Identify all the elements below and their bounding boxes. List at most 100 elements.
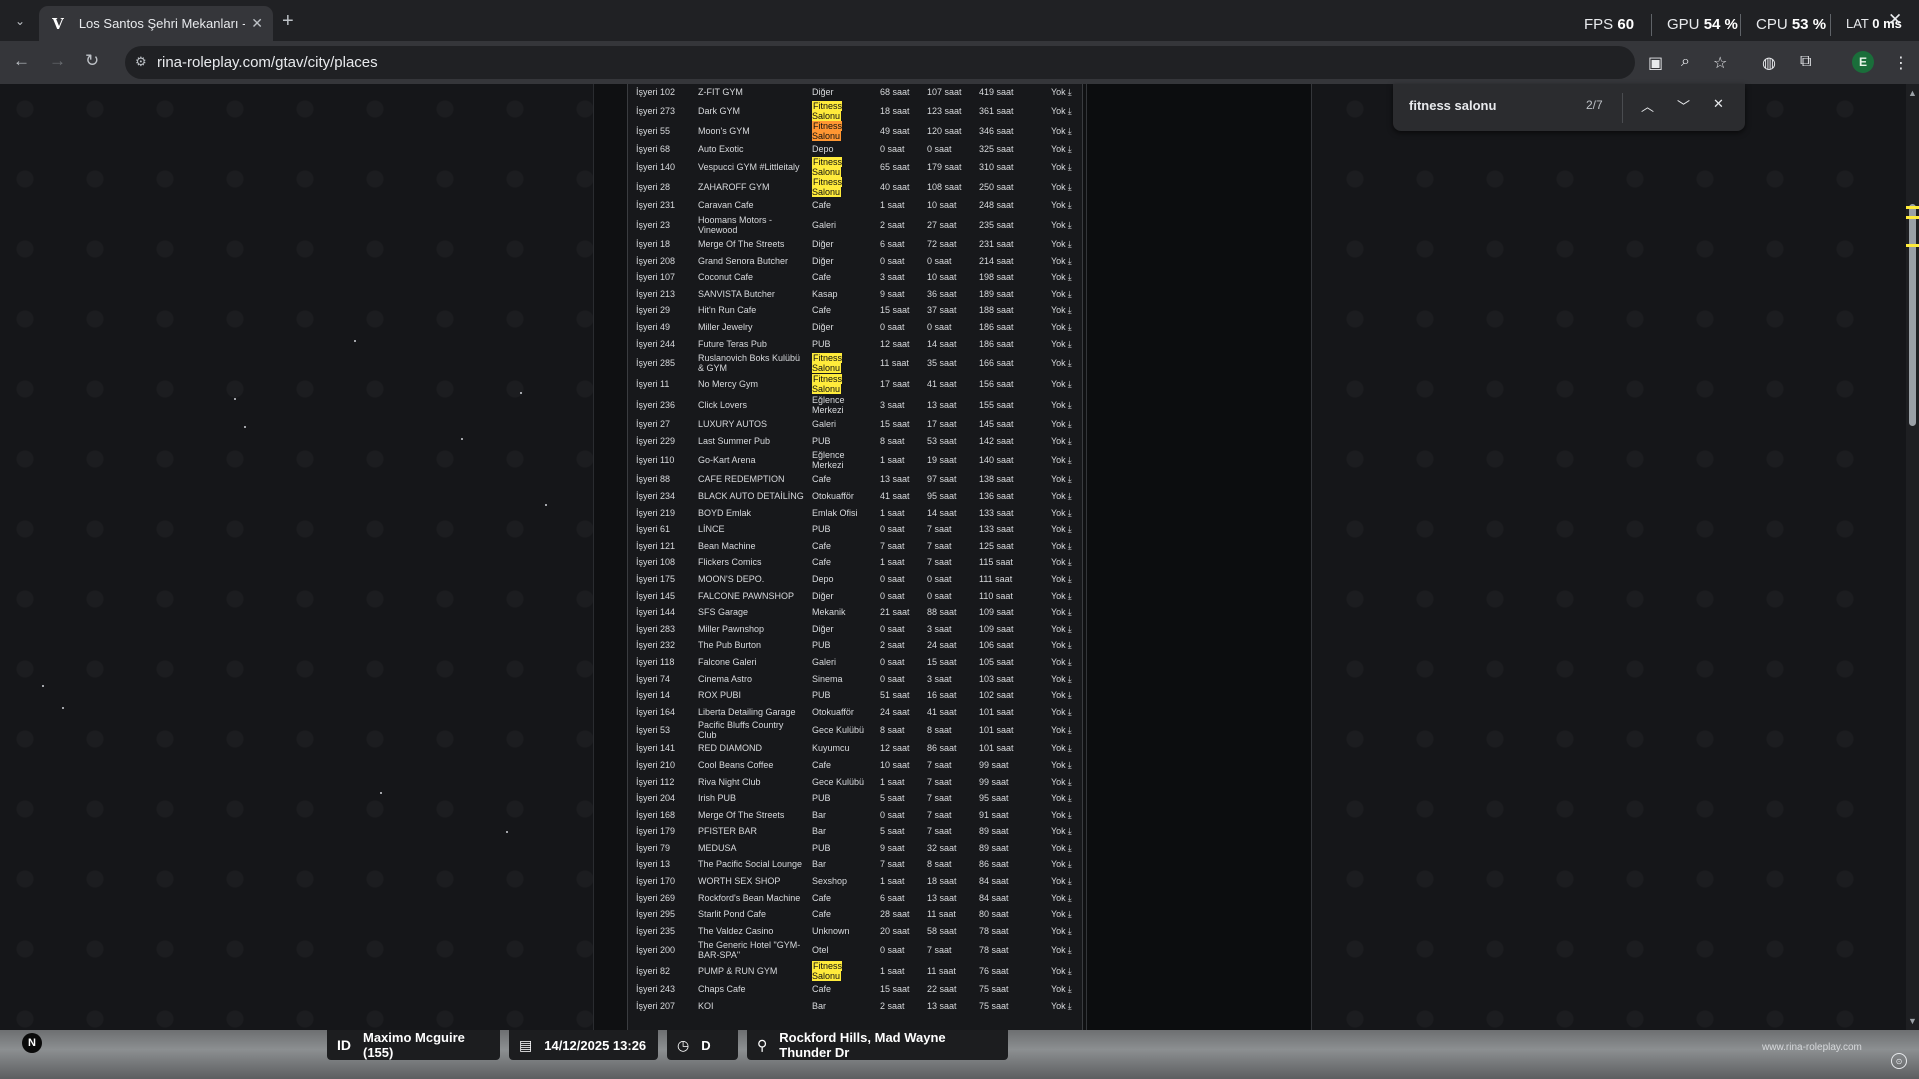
- cell-hours-c: 101 saat: [979, 725, 1014, 736]
- status-text: Yok: [1051, 322, 1066, 333]
- translate-icon[interactable]: ▣: [1648, 53, 1663, 73]
- download-icon[interactable]: ⤓: [1068, 289, 1072, 299]
- download-icon[interactable]: ⤓: [1068, 690, 1072, 700]
- table-row: İşyeri 145 FALCONE PAWNSHOP Diğer 0 saat 0 s…: [628, 587, 1082, 604]
- download-icon[interactable]: ⤓: [1068, 826, 1072, 836]
- download-icon[interactable]: ⤓: [1068, 793, 1072, 803]
- cell-business-type: Fitness Salonu: [804, 961, 872, 982]
- vpn-globe-icon[interactable]: ◍: [1762, 53, 1776, 73]
- download-icon[interactable]: ⤓: [1068, 541, 1072, 551]
- download-icon[interactable]: ⤓: [1068, 591, 1072, 601]
- scroll-down-arrow-icon[interactable]: ▼: [1908, 1016, 1917, 1026]
- download-icon[interactable]: ⤓: [1068, 379, 1072, 389]
- cell-hours-a: 1 saat: [880, 876, 905, 887]
- download-icon[interactable]: ⤓: [1068, 843, 1072, 853]
- download-icon[interactable]: ⤓: [1068, 358, 1072, 368]
- find-input[interactable]: fitness salonu: [1409, 98, 1496, 113]
- places-table-container[interactable]: İşyeri 102 Z-FIT GYM Diğer 68 saat 107 saat 4…: [627, 84, 1083, 1030]
- new-tab-plus-icon[interactable]: +: [282, 10, 294, 33]
- download-icon[interactable]: ⤓: [1068, 182, 1072, 192]
- download-icon[interactable]: ⤓: [1068, 87, 1072, 97]
- extensions-puzzle-icon[interactable]: ⧉: [1800, 53, 1811, 71]
- cell-status: Yok ⤓: [1043, 236, 1082, 253]
- download-icon[interactable]: ⤓: [1068, 436, 1072, 446]
- download-icon[interactable]: ⤓: [1068, 657, 1072, 667]
- tab-close-icon[interactable]: ✕: [251, 15, 263, 32]
- cell-status: Yok ⤓: [1043, 394, 1082, 416]
- download-icon[interactable]: ⤓: [1068, 419, 1072, 429]
- window-close-icon[interactable]: ✕: [1888, 10, 1902, 30]
- download-icon[interactable]: ⤓: [1068, 674, 1072, 684]
- download-icon[interactable]: ⤓: [1068, 106, 1072, 116]
- download-icon[interactable]: ⤓: [1068, 305, 1072, 315]
- cell-business-id: İşyeri 231: [636, 200, 676, 211]
- compass-icon: ◷: [677, 1036, 690, 1053]
- forward-arrow-icon[interactable]: →: [49, 51, 66, 71]
- download-icon[interactable]: ⤓: [1068, 743, 1072, 753]
- download-icon[interactable]: ⤓: [1068, 984, 1072, 994]
- find-next-chevron-down-icon[interactable]: ﹀: [1677, 96, 1690, 115]
- menu-kebab-icon[interactable]: ⋮: [1893, 53, 1909, 73]
- download-icon[interactable]: ⤓: [1068, 810, 1072, 820]
- download-icon[interactable]: ⤓: [1068, 144, 1072, 154]
- profile-avatar[interactable]: E: [1852, 51, 1874, 73]
- download-icon[interactable]: ⤓: [1068, 624, 1072, 634]
- download-icon[interactable]: ⤓: [1068, 272, 1072, 282]
- download-icon[interactable]: ⤓: [1068, 126, 1072, 136]
- download-icon[interactable]: ⤓: [1068, 574, 1072, 584]
- download-icon[interactable]: ⤓: [1068, 909, 1072, 919]
- cell-hours-b: 11 saat: [927, 909, 956, 920]
- address-bar[interactable]: ⚙ rina-roleplay.com/gtav/city/places ▣ ⌕…: [125, 46, 1727, 79]
- download-icon[interactable]: ⤓: [1068, 400, 1072, 410]
- back-arrow-icon[interactable]: ←: [13, 51, 30, 71]
- tab-search-chevron-icon[interactable]: ⌄: [8, 9, 32, 33]
- cell-business-type: PUB: [812, 640, 831, 651]
- download-icon[interactable]: ⤓: [1068, 707, 1072, 717]
- download-icon[interactable]: ⤓: [1068, 455, 1072, 465]
- hud-cpu-value: 53 %: [1791, 16, 1827, 33]
- download-icon[interactable]: ⤓: [1068, 162, 1072, 172]
- download-icon[interactable]: ⤓: [1068, 524, 1072, 534]
- download-icon[interactable]: ⤓: [1068, 966, 1072, 976]
- find-previous-chevron-up-icon[interactable]: ︿: [1641, 96, 1654, 115]
- download-icon[interactable]: ⤓: [1068, 640, 1072, 650]
- download-icon[interactable]: ⤓: [1068, 239, 1072, 249]
- cell-hours-c: 156 saat: [979, 378, 1014, 389]
- download-icon[interactable]: ⤓: [1068, 893, 1072, 903]
- status-text: Yok: [1051, 759, 1066, 770]
- download-icon[interactable]: ⤓: [1068, 557, 1072, 567]
- download-icon[interactable]: ⤓: [1068, 876, 1072, 886]
- cell-business-id: İşyeri 110: [636, 455, 675, 466]
- reload-icon[interactable]: ↻: [85, 51, 99, 71]
- site-info-icon[interactable]: ⚙: [135, 54, 151, 70]
- download-icon[interactable]: ⤓: [1068, 607, 1072, 617]
- download-icon[interactable]: ⤓: [1068, 508, 1072, 518]
- download-icon[interactable]: ⤓: [1068, 926, 1072, 936]
- status-text: Yok: [1051, 925, 1066, 936]
- download-icon[interactable]: ⤓: [1068, 725, 1072, 735]
- address-url[interactable]: rina-roleplay.com/gtav/city/places: [157, 54, 378, 71]
- cell-status: Yok ⤓: [1043, 981, 1082, 998]
- cell-business-type: Diğer: [812, 87, 834, 98]
- download-icon[interactable]: ⤓: [1068, 256, 1072, 266]
- star-decoration: [234, 398, 236, 400]
- bookmark-star-icon[interactable]: ☆: [1713, 53, 1727, 73]
- download-icon[interactable]: ⤓: [1068, 474, 1072, 484]
- download-icon[interactable]: ⤓: [1068, 945, 1072, 955]
- download-icon[interactable]: ⤓: [1068, 339, 1072, 349]
- cell-business-name: Bean Machine: [698, 540, 756, 551]
- download-icon[interactable]: ⤓: [1068, 859, 1072, 869]
- download-icon[interactable]: ⤓: [1068, 322, 1072, 332]
- zoom-icon[interactable]: ⌕: [1681, 53, 1690, 71]
- download-icon[interactable]: ⤓: [1068, 491, 1072, 501]
- download-icon[interactable]: ⤓: [1068, 1001, 1072, 1011]
- find-close-icon[interactable]: ✕: [1713, 96, 1724, 112]
- scrollbar-thumb[interactable]: [1909, 204, 1916, 426]
- download-icon[interactable]: ⤓: [1068, 220, 1072, 230]
- download-icon[interactable]: ⤓: [1068, 200, 1072, 210]
- tab-active[interactable]: V Los Santos Şehri Mekanları - Ri ✕: [39, 6, 273, 41]
- scroll-up-arrow-icon[interactable]: ▲: [1908, 88, 1917, 98]
- download-icon[interactable]: ⤓: [1068, 760, 1072, 770]
- page-scrollbar[interactable]: ▲ ▼: [1906, 84, 1919, 1030]
- download-icon[interactable]: ⤓: [1068, 777, 1072, 787]
